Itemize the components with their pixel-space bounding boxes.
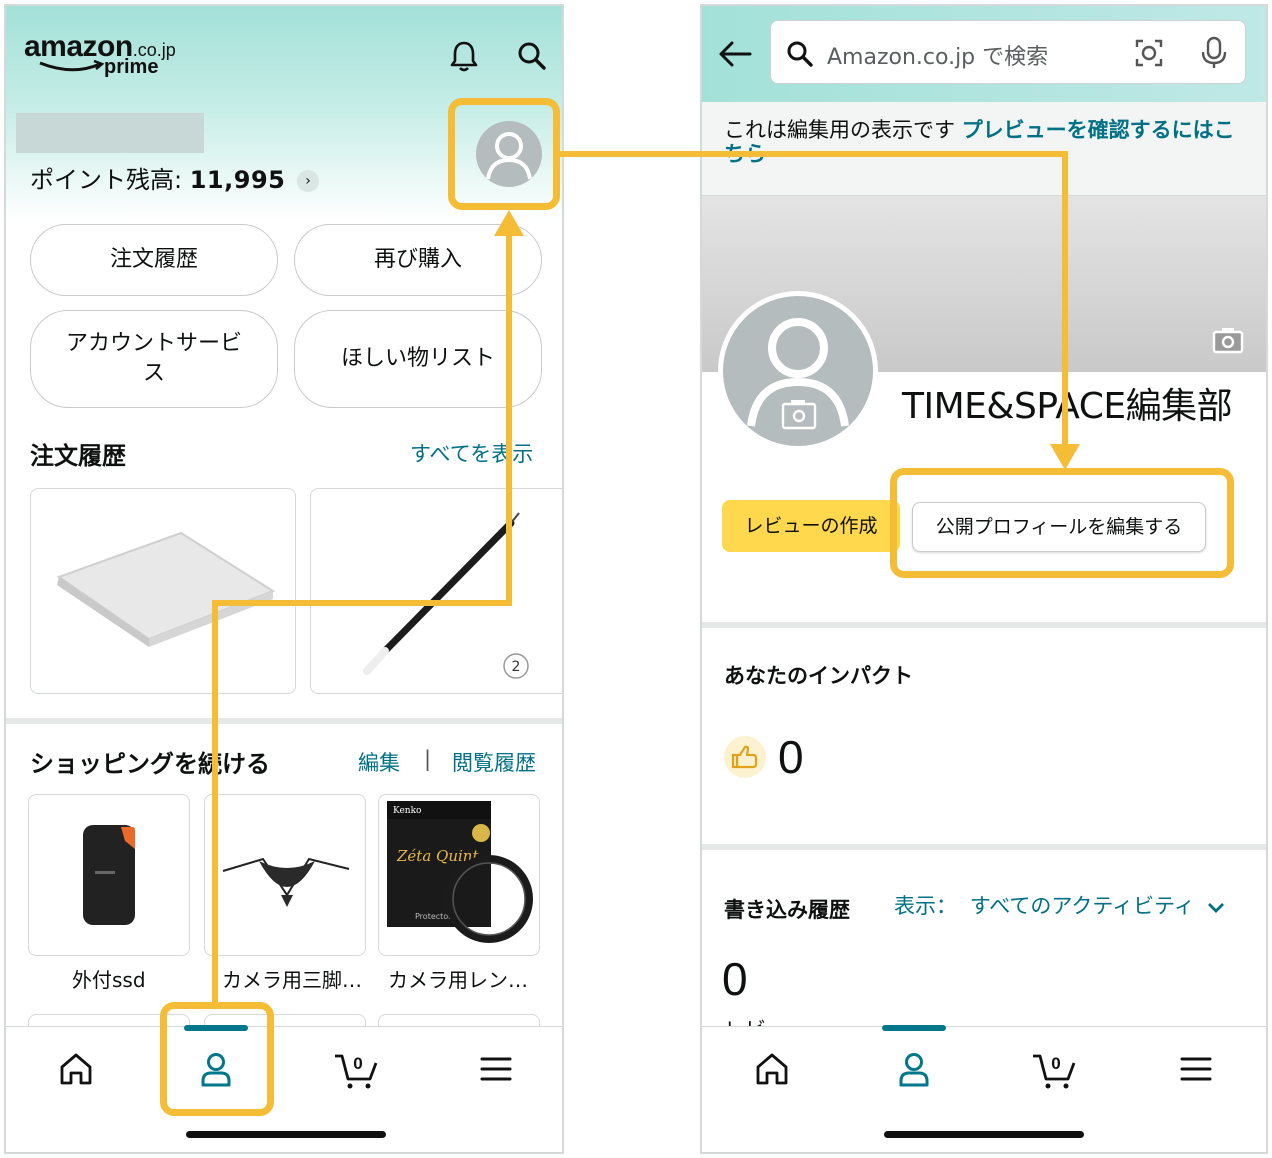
amazon-logo[interactable]: amazon.co.jp prime [24,30,176,78]
connector-line [506,230,512,606]
search-icon[interactable] [514,38,550,74]
connector-line [212,600,218,1004]
menu-icon[interactable] [474,1047,518,1091]
activity-history-title: 書き込み履歴 [724,898,850,922]
search-icon [787,41,813,67]
cart-count: 0 [353,1054,362,1073]
home-icon[interactable] [54,1047,98,1091]
user-silhouette-icon [747,318,849,430]
home-indicator [186,1131,386,1138]
user-name-redacted [16,113,204,153]
activity-filter[interactable]: 表示： すべてのアクティビティ [894,890,1226,920]
chevron-down-icon [1207,903,1224,913]
arrow-head-down-icon [1050,444,1080,470]
camera-scan-icon[interactable] [1133,37,1165,69]
lens-filter-image: Kenko Zéta Quint Protector [387,801,533,943]
impact-value: 0 [778,731,804,783]
right-phone-screen: Amazon.co.jp で検索 これは編集用の表示です プレビューを確認するに… [700,4,1268,1154]
profile-photo[interactable] [718,291,878,451]
smile-icon [39,60,105,72]
link-separator: | [424,747,432,771]
connector-line [212,600,512,606]
home-icon[interactable] [750,1047,794,1091]
write-review-button[interactable]: レビューの作成 [722,500,900,552]
thumbs-up-icon [724,736,766,778]
menu-icon[interactable] [1174,1047,1218,1091]
product-label: カメラ用三脚… [222,968,362,992]
product-label: カメラ用レン… [388,968,528,992]
product-card-tripod-bag[interactable] [204,794,366,956]
mousepad-image [56,531,276,647]
points-balance[interactable]: ポイント残高: 11,995 › [30,160,319,195]
microphone-icon[interactable] [1199,35,1229,71]
highlight-avatar [448,98,560,210]
search-placeholder: Amazon.co.jp で検索 [827,45,1049,70]
section-divider [702,844,1266,850]
order-card-mousepad[interactable] [30,488,296,694]
cart-icon[interactable]: 0 [1030,1047,1078,1091]
bell-icon[interactable] [446,38,482,74]
show-all-orders-link[interactable]: すべてを表示 [410,438,533,468]
account-tab-icon[interactable] [892,1047,936,1091]
review-count: 0 [722,953,748,1005]
back-arrow-icon[interactable] [716,36,756,72]
product-label: 外付ssd [72,968,146,992]
highlight-edit-profile [890,468,1234,578]
order-history-button[interactable]: 注文履歴 [30,224,278,296]
edit-link[interactable]: 編集 [358,747,400,777]
svg-text:Protector: Protector [415,912,452,921]
camera-icon[interactable] [1212,326,1244,354]
profile-name: TIME&SPACE編集部 [902,384,1242,430]
wishlist-button[interactable]: ほしい物リスト [294,310,542,408]
connector-line [1062,151,1068,447]
account-service-button[interactable]: アカウントサービス [30,310,278,408]
orders-section-title: 注文履歴 [30,442,126,470]
section-divider [702,622,1266,628]
section-divider [6,718,562,724]
impact-title: あなたのインパクト [724,664,913,688]
tripod-bag-image [222,857,350,907]
arrow-head-up-icon [494,210,524,236]
chevron-right-icon: › [297,170,319,192]
item-count-badge: 2 [512,659,521,675]
search-bar[interactable]: Amazon.co.jp で検索 [770,20,1246,84]
browsing-history-link[interactable]: 閲覧履歴 [452,747,536,777]
order-card-brush[interactable]: 2 [310,488,562,694]
product-card-ssd[interactable] [28,794,190,956]
svg-text:Kenko: Kenko [393,806,421,816]
active-tab-indicator [882,1025,946,1031]
profile-header: Amazon.co.jp で検索 [702,6,1266,102]
home-indicator [884,1131,1084,1138]
highlight-account-tab [160,1002,274,1116]
ssd-image [83,825,135,925]
product-card-lens-filter[interactable]: Kenko Zéta Quint Protector [378,794,540,956]
brush-image: 2 [363,512,529,679]
bottom-tab-bar: 0 [702,1025,1266,1152]
bottom-tab-bar: 0 [6,1025,562,1152]
cart-icon[interactable]: 0 [332,1047,380,1091]
connector-line [560,151,1068,157]
cart-count: 0 [1051,1054,1060,1073]
edit-mode-notice: これは編集用の表示です プレビューを確認するにはこちら [702,102,1266,196]
continue-shopping-title: ショッピングを続ける [30,750,270,778]
